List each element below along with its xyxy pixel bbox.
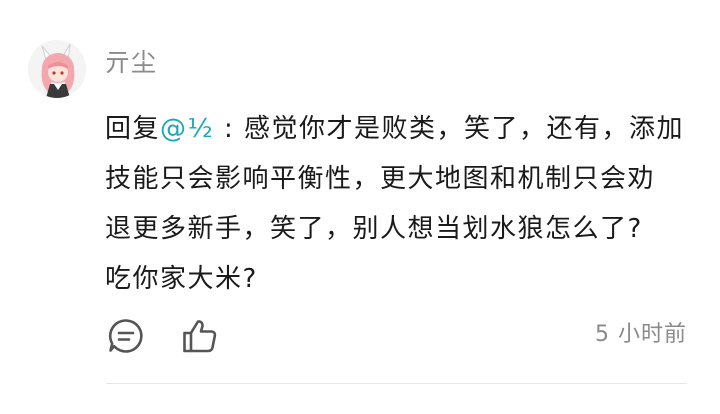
reply-separator: : [214, 114, 245, 144]
comment-item: 亓尘 回复@½ : 感觉你才是败类，笑了，还有，添加 技能只会影响平衡性，更大地… [0, 0, 720, 414]
comment-body: 回复@½ : 感觉你才是败类，笑了，还有，添加 技能只会影响平衡性，更大地图和机… [105, 104, 695, 304]
comment-actions [106, 314, 220, 358]
mention-link[interactable]: @½ [160, 114, 214, 144]
comment-line-4: 吃你家大米? [105, 264, 258, 294]
comment-line-3: 退更多新手，笑了，别人想当划水狼怎么了? [105, 214, 643, 244]
like-button[interactable] [180, 316, 220, 356]
avatar-image [28, 40, 86, 98]
comment-line-2: 技能只会影响平衡性，更大地图和机制只会劝 [105, 164, 656, 194]
avatar[interactable] [28, 40, 86, 98]
divider [106, 383, 687, 384]
comment-line-1: 回复@½ : 感觉你才是败类，笑了，还有，添加 [105, 104, 695, 154]
comment-text-1: 感觉你才是败类，笑了，还有，添加 [244, 114, 685, 144]
reply-prefix: 回复 [105, 114, 161, 144]
username[interactable]: 亓尘 [105, 46, 157, 80]
comment-bubble-icon [108, 319, 143, 353]
thumbs-up-icon [183, 320, 217, 353]
reply-button[interactable] [106, 316, 146, 356]
comment-timestamp: 5 小时前 [595, 322, 687, 347]
